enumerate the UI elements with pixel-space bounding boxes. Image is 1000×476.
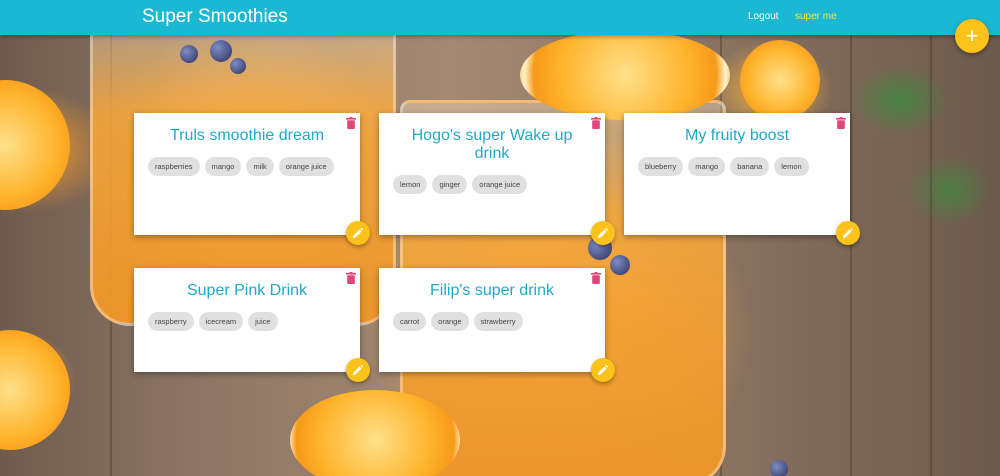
ingredient-list: raspberries mango milk orange juice	[134, 145, 360, 176]
ingredient-chip: ginger	[432, 175, 468, 194]
trash-icon[interactable]	[591, 272, 601, 284]
ingredient-chip: juice	[248, 312, 278, 331]
edit-button[interactable]	[346, 221, 370, 245]
ingredient-chip: orange juice	[472, 175, 528, 194]
trash-icon[interactable]	[346, 117, 356, 129]
ingredient-list: lemon ginger orange juice	[379, 163, 605, 194]
smoothie-card: Truls smoothie dream raspberries mango m…	[134, 113, 370, 245]
plus-icon: +	[965, 23, 979, 48]
ingredient-chip: blueberry	[638, 157, 684, 176]
pencil-icon	[353, 227, 364, 238]
ingredient-chip: icecream	[198, 312, 244, 331]
trash-icon[interactable]	[591, 117, 601, 129]
ingredient-chip: orange juice	[278, 157, 334, 176]
ingredient-chip: raspberries	[148, 157, 200, 176]
ingredient-chip: mango	[204, 157, 242, 176]
smoothie-card: My fruity boost blueberry mango banana l…	[624, 113, 860, 245]
card-title: Super Pink Drink	[186, 282, 308, 299]
ingredient-chip: lemon	[774, 157, 809, 176]
ingredient-chip: banana	[730, 157, 770, 176]
edit-button[interactable]	[346, 358, 370, 382]
ingredient-chip: mango	[688, 157, 726, 176]
app-title[interactable]: Super Smoothies	[142, 6, 288, 28]
user-profile-link[interactable]: super me	[795, 11, 837, 22]
ingredient-chip: orange	[431, 312, 469, 331]
pencil-icon	[843, 227, 854, 238]
trash-icon[interactable]	[346, 272, 356, 284]
top-navbar: Super Smoothies Logout super me	[0, 0, 1000, 35]
ingredient-chip: raspberry	[148, 312, 194, 331]
trash-icon[interactable]	[836, 117, 846, 129]
add-smoothie-button[interactable]: +	[955, 19, 989, 53]
edit-button[interactable]	[591, 358, 615, 382]
ingredient-list: raspberry icecream juice	[134, 300, 360, 331]
card-title: Hogo's super Wake up drink	[411, 127, 573, 162]
ingredient-chip: strawberry	[473, 312, 523, 331]
logout-link[interactable]: Logout	[748, 11, 779, 22]
ingredient-list: carrot orange strawberry	[379, 300, 605, 331]
edit-button[interactable]	[591, 221, 615, 245]
card-title: My fruity boost	[684, 127, 790, 144]
smoothie-card: Super Pink Drink raspberry icecream juic…	[134, 268, 370, 382]
pencil-icon	[353, 364, 364, 375]
card-title: Filip's super drink	[430, 282, 554, 299]
smoothie-card: Hogo's super Wake up drink lemon ginger …	[379, 113, 615, 245]
ingredient-chip: milk	[246, 157, 274, 176]
ingredient-chip: carrot	[393, 312, 427, 331]
pencil-icon	[598, 227, 609, 238]
pencil-icon	[598, 364, 609, 375]
card-title: Truls smoothie dream	[169, 127, 325, 144]
edit-button[interactable]	[836, 221, 860, 245]
smoothie-card: Filip's super drink carrot orange strawb…	[379, 268, 615, 382]
ingredient-chip: lemon	[393, 175, 428, 194]
ingredient-list: blueberry mango banana lemon	[624, 145, 850, 176]
